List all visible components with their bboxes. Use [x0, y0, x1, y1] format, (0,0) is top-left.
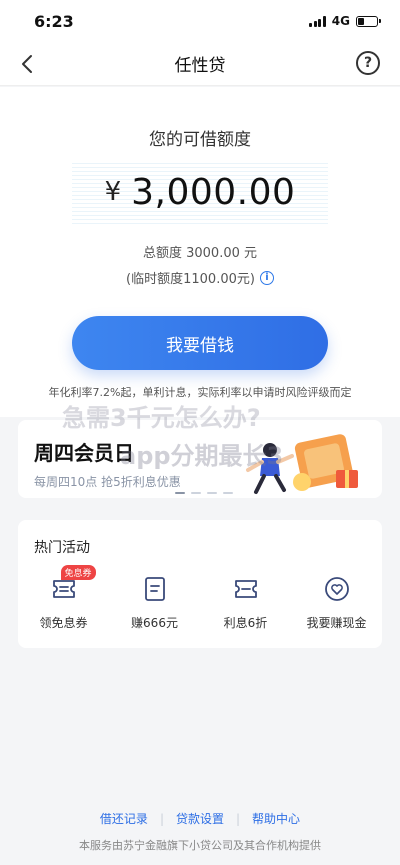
activity-list: 免息券 领免息券 赚666元 利息6折 我要赚现金 [18, 565, 382, 631]
activity-label: 领免息券 [39, 616, 88, 630]
watermark-line-2: app分期最长3 [120, 442, 284, 470]
nav-bar: 任性贷 ? [0, 42, 400, 86]
watermark-line-1: 急需3千元怎么办? [62, 404, 261, 432]
currency-symbol: ¥ [104, 177, 122, 207]
activity-item-coupon[interactable]: 免息券 领免息券 [18, 565, 109, 631]
help-icon[interactable]: ? [356, 51, 380, 75]
activity-label: 赚666元 [131, 616, 178, 630]
quota-panel: 您的可借额度 ¥ 3,000.00 总额度 3000.00 元 (临时额度110… [0, 87, 400, 417]
service-provider-note: 本服务由苏宁金融旗下小贷公司及其合作机构提供 [79, 839, 321, 852]
footer-link-help[interactable]: 帮助中心 [252, 810, 300, 827]
activity-item-earn[interactable]: 赚666元 [109, 570, 200, 631]
activity-item-cash[interactable]: 我要赚现金 [291, 570, 382, 631]
footer-link-records[interactable]: 借还记录 [100, 810, 148, 827]
network-type: 4G [331, 14, 350, 28]
footer-links: 借还记录 | 贷款设置 | 帮助中心 [0, 810, 400, 827]
promo-title: 周四会员日 [34, 441, 134, 465]
temp-quota-row: (临时额度1100.00元) i [0, 268, 400, 287]
amount-display: ¥ 3,000.00 [72, 160, 328, 224]
heart-shield-icon [324, 576, 350, 602]
status-time: 6:23 [34, 11, 74, 31]
temp-quota: (临时额度1100.00元) [126, 272, 255, 287]
borrow-button[interactable]: 我要借钱 [72, 316, 328, 370]
activity-title: 热门活动 [34, 540, 90, 556]
carousel-indicator [175, 492, 233, 494]
footer-link-settings[interactable]: 贷款设置 [176, 810, 224, 827]
activity-label: 我要赚现金 [306, 616, 367, 630]
quota-title: 您的可借额度 [149, 130, 251, 150]
activity-card: 热门活动 免息券 领免息券 赚666元 利息6折 我要赚现金 [18, 520, 382, 648]
info-icon[interactable]: i [259, 270, 274, 285]
status-indicators: 4G [309, 14, 381, 28]
total-quota: 总额度 3000.00 元 [142, 246, 258, 261]
coupon-badge: 免息券 [60, 565, 96, 580]
status-bar: 6:23 4G [0, 0, 400, 42]
ticket-icon [233, 576, 259, 602]
promo-subtitle: 每周四10点 抢5折利息优惠 [34, 475, 181, 489]
activity-label: 利息6折 [223, 616, 268, 630]
available-amount: 3,000.00 [131, 171, 296, 213]
footer-separator: | [236, 811, 241, 826]
activity-item-discount[interactable]: 利息6折 [200, 570, 291, 631]
battery-icon [356, 15, 381, 27]
page-title: 任性贷 [174, 56, 226, 76]
back-arrow-icon[interactable] [16, 52, 40, 76]
document-icon [142, 576, 168, 602]
signal-icon [309, 15, 326, 27]
footer-separator: | [159, 811, 164, 826]
